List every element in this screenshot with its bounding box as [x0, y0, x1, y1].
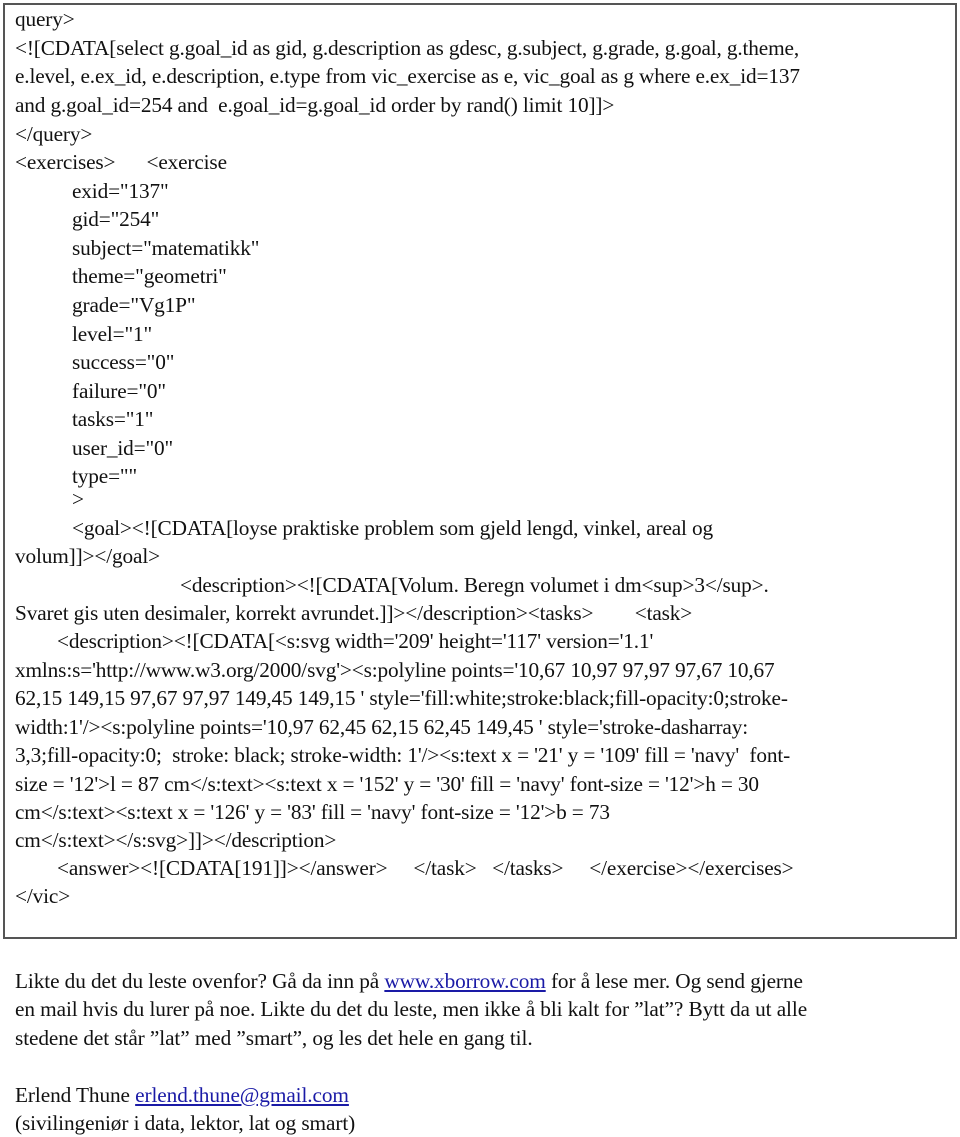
code-line: xmlns:s='http://www.w3.org/2000/svg'><s:… [15, 658, 775, 682]
code-line: exid="137" [72, 179, 169, 203]
code-line: size = '12'>l = 87 cm</s:text><s:text x … [15, 772, 759, 796]
code-line: <exercises> <exercise [15, 150, 227, 174]
author-title: (sivilingeniør i data, lektor, lat og sm… [15, 1111, 356, 1135]
author-email-link[interactable]: erlend.thune@gmail.com [135, 1083, 349, 1107]
footer-paragraph-line-1: Likte du det du leste ovenfor? Gå da inn… [15, 967, 803, 995]
code-line: failure="0" [72, 379, 166, 403]
code-line: subject="matematikk" [72, 236, 260, 260]
code-line: user_id="0" [72, 436, 174, 460]
footer-paragraph-line-2: en mail hvis du lurer på noe. Likte du d… [15, 997, 808, 1021]
code-line: 3,3;fill-opacity:0; stroke: black; strok… [15, 743, 791, 767]
code-line: query> [15, 7, 75, 31]
footer-text: for å lese mer. Og send gjerne [545, 969, 803, 993]
code-line: theme="geometri" [72, 264, 227, 288]
footer-paragraph-line-3: stedene det står ”lat” med ”smart”, og l… [15, 1026, 533, 1050]
author-line: Erlend Thune erlend.thune@gmail.com [15, 1081, 349, 1109]
code-line: width:1'/><s:polyline points='10,97 62,4… [15, 715, 748, 739]
code-line: gid="254" [72, 207, 160, 231]
code-line: and g.goal_id=254 and e.goal_id=g.goal_i… [15, 93, 615, 117]
code-line: level="1" [72, 322, 153, 346]
code-line: > [72, 487, 84, 511]
code-line: Svaret gis uten desimaler, korrekt avrun… [15, 601, 693, 625]
code-line: <answer><![CDATA[191]]></answer> </task>… [57, 856, 794, 880]
code-line: 62,15 149,15 97,67 97,97 149,45 149,15 '… [15, 686, 788, 710]
code-line: e.level, e.ex_id, e.description, e.type … [15, 64, 800, 88]
code-line: <goal><![CDATA[loyse praktiske problem s… [72, 516, 713, 540]
author-name: Erlend Thune [15, 1083, 136, 1107]
code-line: cm</s:text><s:text x = '126' y = '83' fi… [15, 800, 610, 824]
code-line: </query> [15, 122, 93, 146]
footer-text: Likte du det du leste ovenfor? Gå da inn… [15, 969, 385, 993]
code-line: grade="Vg1P" [72, 293, 196, 317]
code-line: cm</s:text></s:svg>]]></description> [15, 828, 337, 852]
code-line: <![CDATA[select g.goal_id as gid, g.desc… [15, 36, 799, 60]
code-line: <description><![CDATA[Volum. Beregn volu… [180, 573, 769, 597]
code-line: </vic> [15, 884, 71, 908]
xborrow-link[interactable]: www.xborrow.com [384, 969, 545, 993]
code-line: success="0" [72, 350, 175, 374]
code-line: <description><![CDATA[<s:svg width='209'… [57, 629, 654, 653]
code-line: volum]]></goal> [15, 544, 160, 568]
code-line: tasks="1" [72, 407, 154, 431]
